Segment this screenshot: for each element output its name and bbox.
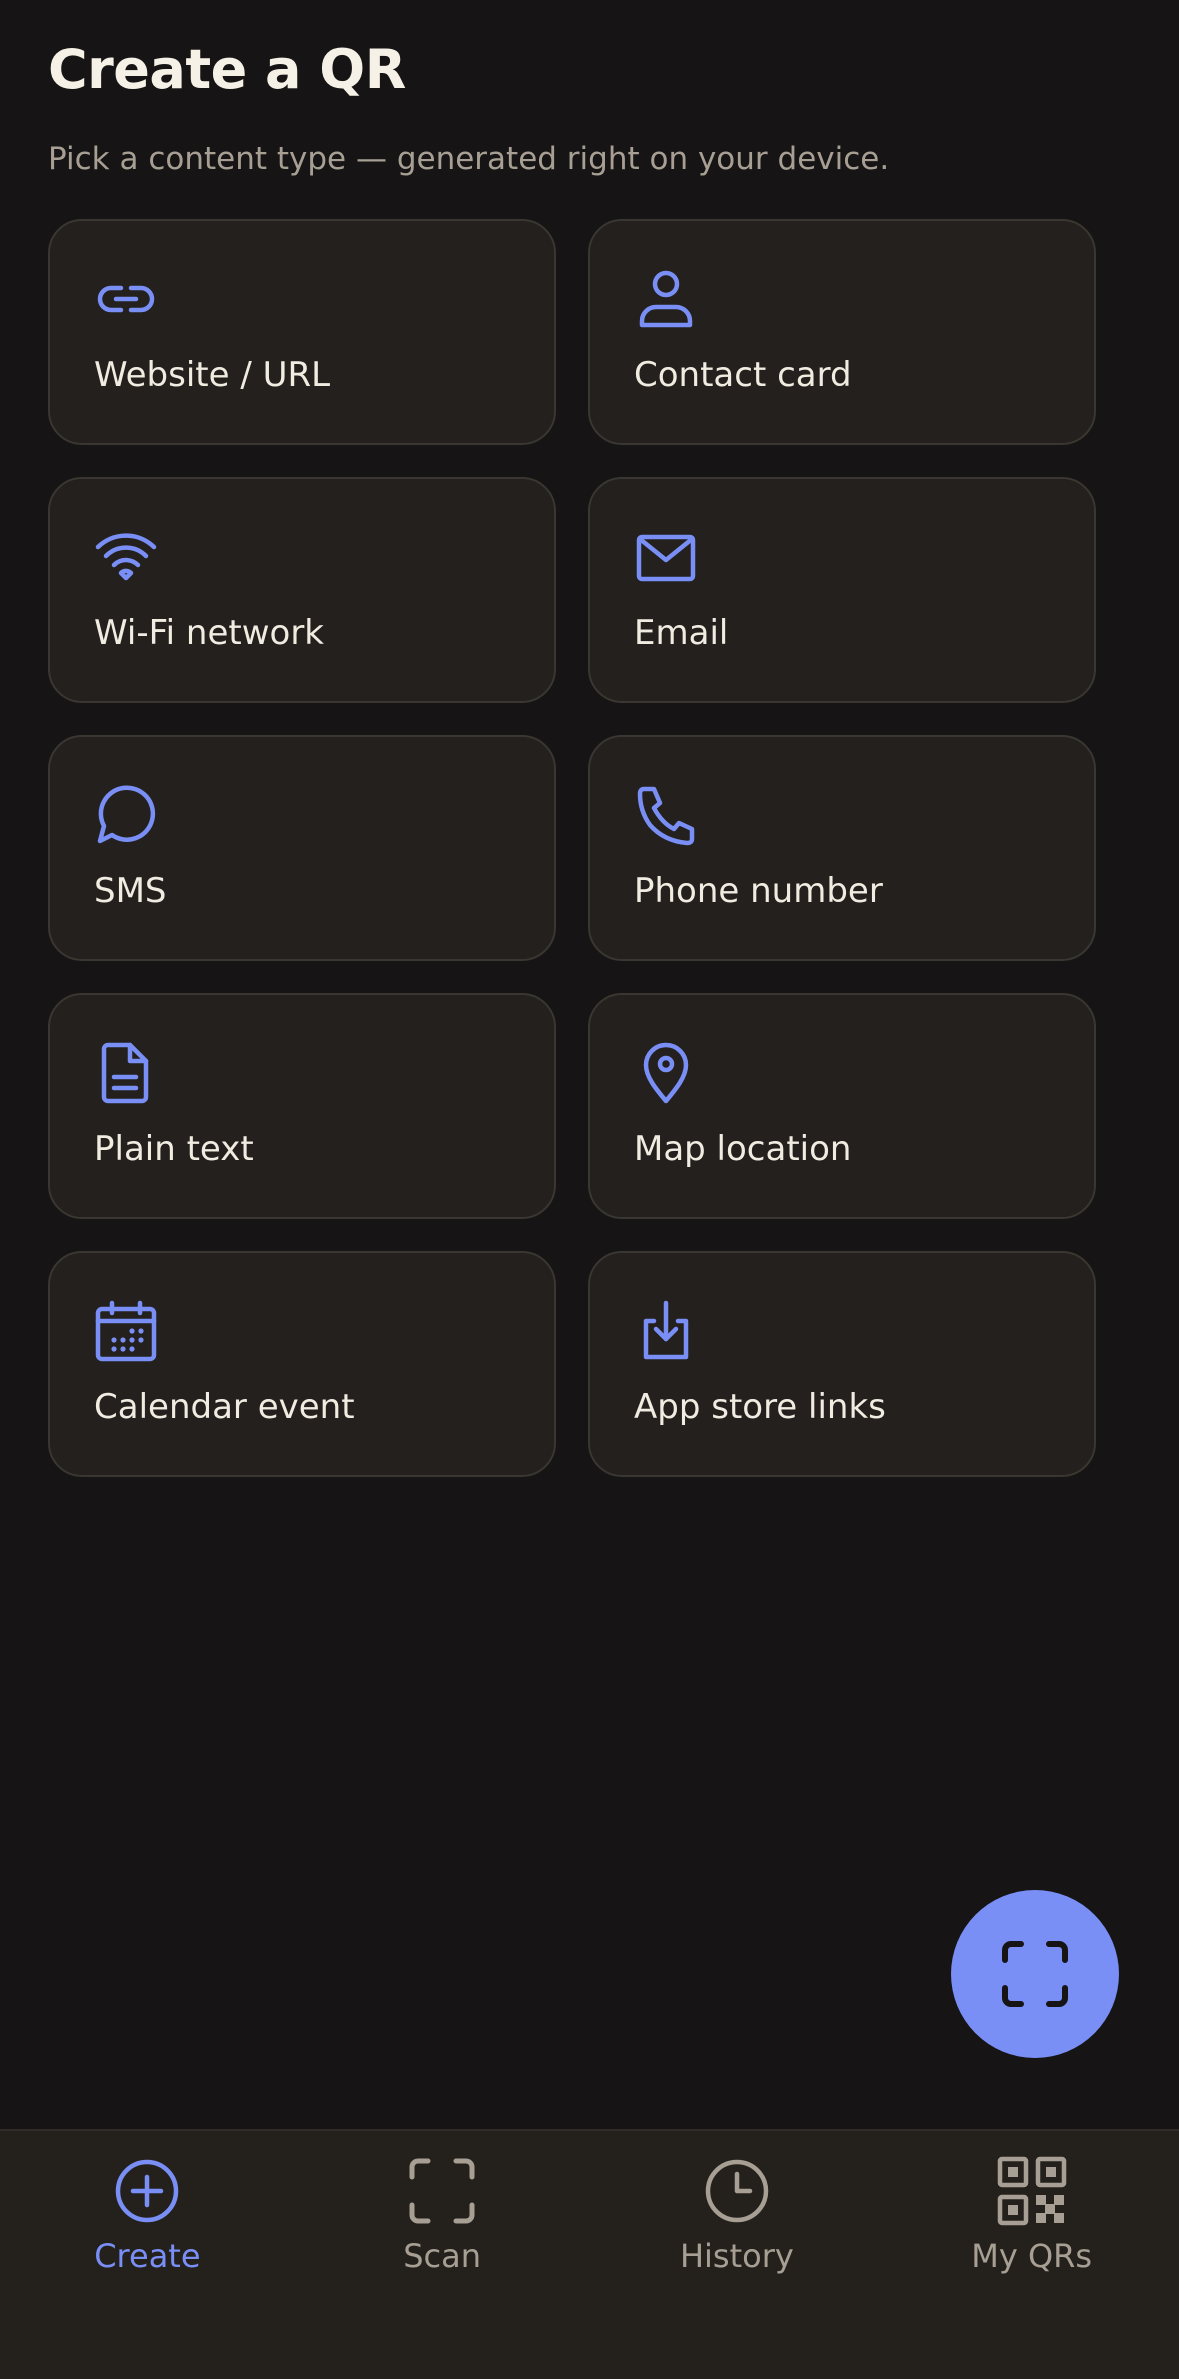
bottom-navigation: Create Scan History My QRs [0, 2129, 1179, 2379]
qr-code-icon [996, 2155, 1068, 2227]
phone-icon [634, 783, 698, 847]
nav-label: Scan [403, 2237, 482, 2275]
card-label: Wi-Fi network [94, 613, 324, 653]
mail-icon [634, 525, 698, 589]
nav-item-create[interactable]: Create [0, 2131, 295, 2379]
card-email[interactable]: Email [588, 477, 1096, 703]
card-website-url[interactable]: Website / URL [48, 219, 556, 445]
nav-item-my-qrs[interactable]: My QRs [884, 2131, 1179, 2379]
card-map-location[interactable]: Map location [588, 993, 1096, 1219]
scan-frame-icon [1002, 1941, 1068, 2007]
card-calendar-event[interactable]: Calendar event [48, 1251, 556, 1477]
card-app-store-links[interactable]: App store links [588, 1251, 1096, 1477]
card-sms[interactable]: SMS [48, 735, 556, 961]
scan-frame-icon [406, 2155, 478, 2227]
document-icon [94, 1041, 158, 1105]
card-label: App store links [634, 1387, 886, 1427]
link-icon [94, 267, 158, 331]
scan-fab-button[interactable] [951, 1890, 1119, 2058]
card-wifi-network[interactable]: Wi-Fi network [48, 477, 556, 703]
plus-circle-icon [111, 2155, 183, 2227]
card-plain-text[interactable]: Plain text [48, 993, 556, 1219]
nav-label: History [679, 2237, 794, 2275]
card-label: Phone number [634, 871, 883, 911]
card-contact-card[interactable]: Contact card [588, 219, 1096, 445]
download-icon [634, 1299, 698, 1363]
nav-label: My QRs [971, 2237, 1093, 2275]
page-title: Create a QR [48, 38, 406, 101]
card-phone-number[interactable]: Phone number [588, 735, 1096, 961]
card-label: Calendar event [94, 1387, 355, 1427]
wifi-icon [94, 525, 158, 589]
card-label: Website / URL [94, 355, 331, 395]
card-label: Plain text [94, 1129, 254, 1169]
content-type-grid: Website / URL Contact card Wi-Fi network [48, 219, 1096, 1477]
nav-item-scan[interactable]: Scan [295, 2131, 590, 2379]
nav-label: Create [94, 2237, 201, 2275]
person-icon [634, 267, 698, 331]
clock-icon [701, 2155, 773, 2227]
card-label: Email [634, 613, 729, 653]
map-pin-icon [634, 1041, 698, 1105]
calendar-icon [94, 1299, 158, 1363]
card-label: Contact card [634, 355, 852, 395]
card-label: Map location [634, 1129, 852, 1169]
chat-bubble-icon [94, 783, 158, 847]
page-subtitle: Pick a content type — generated right on… [48, 141, 890, 177]
card-label: SMS [94, 871, 167, 911]
nav-item-history[interactable]: History [590, 2131, 885, 2379]
